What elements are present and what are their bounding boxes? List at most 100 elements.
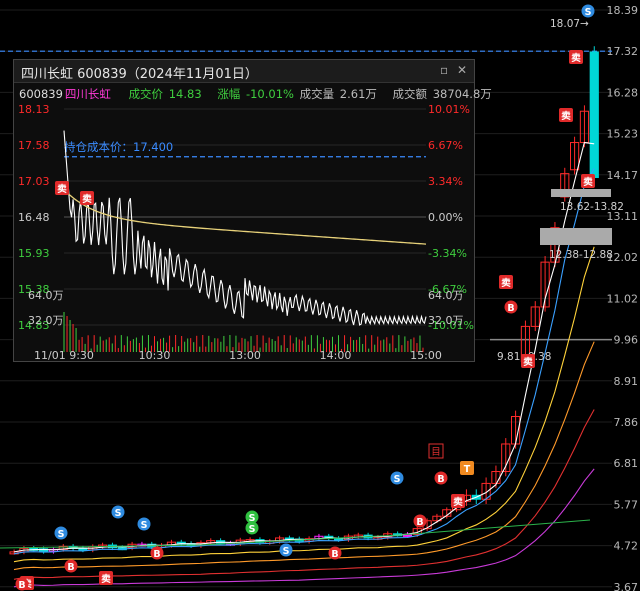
signal-mark: B [504, 300, 518, 314]
y-tick-label: 11.02 [607, 292, 639, 305]
signal-mark: 卖 [569, 50, 583, 64]
signal-text: 卖 [501, 277, 511, 289]
signal-mark: 卖 [521, 354, 535, 368]
trade-text: 卖 [82, 193, 92, 205]
signal-text: S [249, 524, 256, 535]
candle-body [589, 51, 599, 179]
signal-text: S [58, 529, 65, 540]
signal-mark: T [460, 461, 474, 475]
signal-text: B [416, 517, 423, 528]
marker-text: 目 [431, 447, 441, 458]
close-icon[interactable]: ✕ [457, 63, 467, 77]
y-tick-label: 4.72 [614, 540, 639, 553]
signal-mark: 卖 [559, 108, 573, 122]
time-tick-label: 15:00 [410, 349, 442, 362]
signal-mark: B [150, 546, 164, 560]
range-box [540, 228, 612, 245]
time-tick-label: 13:00 [229, 349, 261, 362]
time-tick-label: 14:00 [320, 349, 352, 362]
signal-text: B [331, 549, 338, 560]
price-label: 成交价 [128, 87, 164, 101]
change-value: -10.01% [245, 87, 294, 101]
signal-mark: S [390, 471, 404, 485]
signal-text: B [18, 580, 25, 591]
signal-text: 卖 [571, 52, 581, 64]
intraday-popup[interactable]: 18.13 10.01% 17.58 6.67% 17.03 3.34% 16.48 0.00… [13, 59, 492, 362]
signal-mark: S [137, 517, 151, 531]
range-box [551, 189, 611, 197]
right-tick-label: 3.34% [428, 175, 463, 188]
signal-mark: S [54, 526, 68, 540]
y-tick-label: 8.91 [614, 375, 639, 388]
y-tick-label: 3.67 [614, 581, 639, 591]
signal-text: B [153, 549, 160, 560]
price-label: 9.81 [497, 351, 520, 363]
signal-text: 卖 [101, 573, 111, 585]
volume-tick-label: 32.0万 [28, 314, 64, 327]
ma250-line [0, 519, 591, 549]
trade-mark: 卖 [80, 191, 94, 205]
signal-mark: S [279, 543, 293, 557]
signal-mark: B [434, 471, 448, 485]
signal-text: B [507, 303, 514, 314]
marker-label: 目 [428, 443, 444, 459]
left-tick-label: 15.93 [18, 247, 50, 260]
volume-tick-label-right: 64.0万 [428, 289, 464, 302]
right-tick-label: -3.34% [428, 247, 467, 260]
signal-mark: S [111, 505, 125, 519]
ma120-line [13, 468, 595, 588]
signal-text: T [464, 464, 471, 475]
intraday-price-line [63, 130, 427, 326]
trade-text: 卖 [57, 183, 67, 195]
right-tick-label: 0.00% [428, 211, 463, 224]
y-tick-label: 5.77 [614, 498, 639, 511]
popup-title: 四川长虹 600839（2024年11月01日） [21, 67, 258, 82]
intraday-chart: 18.13 10.01% 17.58 6.67% 17.03 3.34% 16.48 0.00… [18, 103, 474, 362]
signal-mark: 卖 [99, 571, 113, 585]
signal-text: S [394, 474, 401, 485]
right-tick-label: 10.01% [428, 103, 470, 116]
y-tick-label: 9.96 [614, 334, 639, 347]
y-tick-label: 15.23 [607, 128, 639, 141]
signal-mark: 卖 [499, 275, 513, 289]
quote-info-row: 600839 四川长虹 成交价 14.83 涨幅 -10.01% 成交量 2.61… [19, 86, 494, 102]
signal-mark: S [581, 4, 595, 18]
signal-mark: 卖 [581, 174, 595, 188]
signal-mark: 卖 [451, 494, 465, 508]
signal-text: B [67, 562, 74, 573]
stock-name: 四川长虹 [64, 87, 111, 101]
left-tick-label: 18.13 [18, 103, 50, 116]
trade-mark: 卖 [55, 181, 69, 195]
signal-text: 卖 [583, 176, 593, 188]
ma30-line [13, 341, 595, 571]
signal-text: S [585, 7, 592, 18]
y-tick-label: 6.81 [614, 457, 639, 470]
y-tick-label: 14.17 [607, 169, 639, 182]
y-tick-label: 16.28 [607, 86, 639, 99]
change-label: 涨幅 [217, 87, 241, 101]
volume-label: 成交量 [299, 87, 335, 101]
y-tick-label: 7.86 [614, 416, 639, 429]
signal-mark: S [245, 521, 259, 535]
signal-text: 卖 [523, 356, 533, 368]
price-label: 12.38-12.88 [549, 249, 613, 261]
popup-title-bar[interactable]: 四川长虹 600839（2024年11月01日） ▫ ✕ [14, 60, 474, 83]
stock-code: 600839 [19, 87, 63, 101]
time-tick-label: 10:30 [139, 349, 171, 362]
volume-tick-label: 64.0万 [28, 289, 64, 302]
left-tick-label: 16.48 [18, 211, 50, 224]
volume-tick-label-right: 32.0万 [428, 314, 464, 327]
signal-text: B [437, 474, 444, 485]
y-tick-label: 18.39 [607, 4, 639, 17]
amount-label: 成交额 [392, 87, 428, 101]
price-label: 13.62-13.82 [560, 201, 624, 213]
restore-window-icon[interactable]: ▫ [440, 63, 448, 77]
cost-price-label: 持仓成本价：17.400 [64, 140, 173, 154]
signal-text: S [115, 508, 122, 519]
time-tick-label: 11/01 9:30 [34, 349, 94, 362]
left-tick-label: 17.58 [18, 139, 50, 152]
signal-mark: B [413, 514, 427, 528]
signal-text: S [283, 546, 290, 557]
amount-value: 38704.8万 [432, 87, 492, 101]
signal-text: 卖 [561, 110, 571, 122]
